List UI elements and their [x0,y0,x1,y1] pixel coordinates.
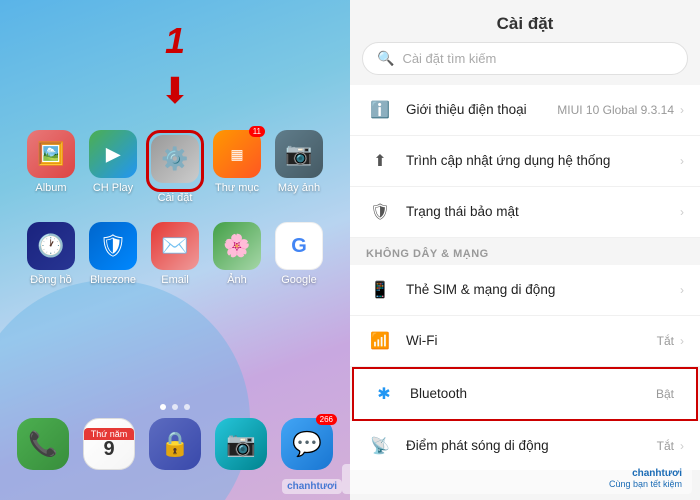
app-item-google[interactable]: G Google [270,222,328,286]
sim-text: Thẻ SIM & mạng di động [406,281,680,299]
settings-item-security[interactable]: 🛡 Trạng thái bảo mật › [350,187,700,238]
app-icon-bluezone[interactable]: 🛡 [89,222,137,270]
wifi-text: Wi-Fi [406,332,657,350]
app-highlight-border: ⚙️ [146,130,204,192]
app-icon-google[interactable]: G [275,222,323,270]
dot-3 [184,404,190,410]
bluetooth-value: Bật [656,387,674,401]
watermark-left: chanhtươi [282,479,342,494]
bluetooth-icon: ✱ [370,380,398,408]
wifi-value: Tắt [657,334,674,348]
app-icon-caidat[interactable]: ⚙️ [151,135,199,183]
messages-icon[interactable]: 💬 266 [281,418,333,470]
app-label-dongho: Đồng hồ [30,274,72,286]
app-row-2: 🕐 Đồng hồ 🛡 Bluezone ✉️ Email 🌸 Ảnh G Go… [20,222,330,286]
app-label-bluezone: Bluezone [90,274,136,286]
selfie-icon[interactable]: 📷 [215,418,267,470]
hotspot-icon: 📡 [366,432,394,460]
phone-screen: 1 ⬇ 🖼️ Album ▶ CH Play ⚙️ Cài đặt [0,0,350,500]
app-label-chplay: CH Play [93,182,133,194]
settings-item-update[interactable]: ⬆ Trình cập nhật ứng dụng hệ thống › [350,136,700,187]
watermark-right: chanhtươiCùng bạn tết kiệm [342,464,692,494]
messages-badge: 266 [316,414,337,425]
hotspot-text: Điểm phát sóng di động [406,437,657,455]
step-1-label: 1 [165,20,185,62]
dock-phone[interactable]: 📞 [17,418,69,470]
security-text: Trạng thái bảo mật [406,203,680,221]
settings-panel: Cài đặt 🔍 Cài đặt tìm kiếm ℹ️ Giới thiệu… [350,0,700,500]
app-item-email[interactable]: ✉️ Email [146,222,204,286]
wifi-icon: 📶 [366,327,394,355]
intro-text: Giới thiệu điện thoại [406,101,557,119]
app-label-email: Email [161,274,189,286]
step-1-arrow: ⬇ [160,70,190,112]
app-label-folder: Thư mục [215,182,259,194]
app-item-dongho[interactable]: 🕐 Đồng hồ [22,222,80,286]
dock-lock[interactable]: 🔒 [149,418,201,470]
app-icon-chplay[interactable]: ▶ [89,130,137,178]
phone-icon[interactable]: 📞 [17,418,69,470]
settings-list: ℹ️ Giới thiệu điện thoại MIUI 10 Global … [350,85,700,470]
app-icon-dongho[interactable]: 🕐 [27,222,75,270]
app-label-anh: Ảnh [227,274,247,286]
app-item-folder[interactable]: ▦ 11 Thư mục [208,130,266,204]
calendar-icon[interactable]: Thứ năm 9 [83,418,135,470]
intro-chevron: › [680,103,684,117]
dot-2 [172,404,178,410]
app-icon-camera[interactable]: 📷 [275,130,323,178]
intro-value: MIUI 10 Global 9.3.14 [557,103,674,117]
app-label-camera: Máy ảnh [278,182,320,194]
app-label-caidat: Cài đặt [158,192,193,204]
bottom-dock: 📞 Thứ năm 9 🔒 📷 💬 266 [10,418,340,470]
app-label-album: Album [35,182,66,194]
settings-item-intro[interactable]: ℹ️ Giới thiệu điện thoại MIUI 10 Global … [350,85,700,136]
settings-item-sim[interactable]: 📱 Thẻ SIM & mạng di động › [350,265,700,316]
folder-badge: 11 [249,126,265,137]
wifi-chevron: › [680,334,684,348]
hotspot-chevron: › [680,439,684,453]
settings-title: Cài đặt [350,0,700,42]
intro-icon: ℹ️ [366,96,394,124]
settings-item-wifi[interactable]: 📶 Wi-Fi Tắt › [350,316,700,367]
app-row-1: 🖼️ Album ▶ CH Play ⚙️ Cài đặt ▦ 11 [20,130,330,204]
settings-item-bluetooth[interactable]: ✱ Bluetooth ⬅ 2 Bật [352,367,698,421]
app-icon-folder[interactable]: ▦ 11 [213,130,261,178]
calendar-date: 9 [103,438,114,461]
app-icon-email[interactable]: ✉️ [151,222,199,270]
security-chevron: › [680,205,684,219]
dock-selfie[interactable]: 📷 [215,418,267,470]
app-item-chplay[interactable]: ▶ CH Play [84,130,142,204]
section-wireless: KHÔNG DÂY & MẠNG [350,238,700,265]
lock-icon[interactable]: 🔒 [149,418,201,470]
sim-icon: 📱 [366,276,394,304]
folder-icon-symbol: ▦ [230,146,243,163]
dot-1 [160,404,166,410]
app-item-camera[interactable]: 📷 Máy ảnh [270,130,328,204]
security-icon: 🛡 [366,198,394,226]
app-grid: 🖼️ Album ▶ CH Play ⚙️ Cài đặt ▦ 11 [20,130,330,304]
app-item-caidat[interactable]: ⚙️ Cài đặt [146,130,204,204]
update-chevron: › [680,154,684,168]
page-dots [160,404,190,410]
hotspot-value: Tắt [657,439,674,453]
app-item-anh[interactable]: 🌸 Ảnh [208,222,266,286]
dock-calendar[interactable]: Thứ năm 9 [83,418,135,470]
app-item-album[interactable]: 🖼️ Album [22,130,80,204]
dock-messages[interactable]: 💬 266 [281,418,333,470]
search-icon: 🔍 [377,50,394,67]
app-item-bluezone[interactable]: 🛡 Bluezone [84,222,142,286]
bluetooth-text: Bluetooth [410,385,656,403]
settings-item-hotspot[interactable]: 📡 Điểm phát sóng di động Tắt › [350,421,700,470]
app-icon-anh[interactable]: 🌸 [213,222,261,270]
search-bar[interactable]: 🔍 Cài đặt tìm kiếm [362,42,688,75]
update-icon: ⬆ [366,147,394,175]
search-placeholder: Cài đặt tìm kiếm [402,51,496,66]
update-text: Trình cập nhật ứng dụng hệ thống [406,152,680,170]
app-label-google: Google [281,274,316,286]
sim-chevron: › [680,283,684,297]
app-icon-album[interactable]: 🖼️ [27,130,75,178]
